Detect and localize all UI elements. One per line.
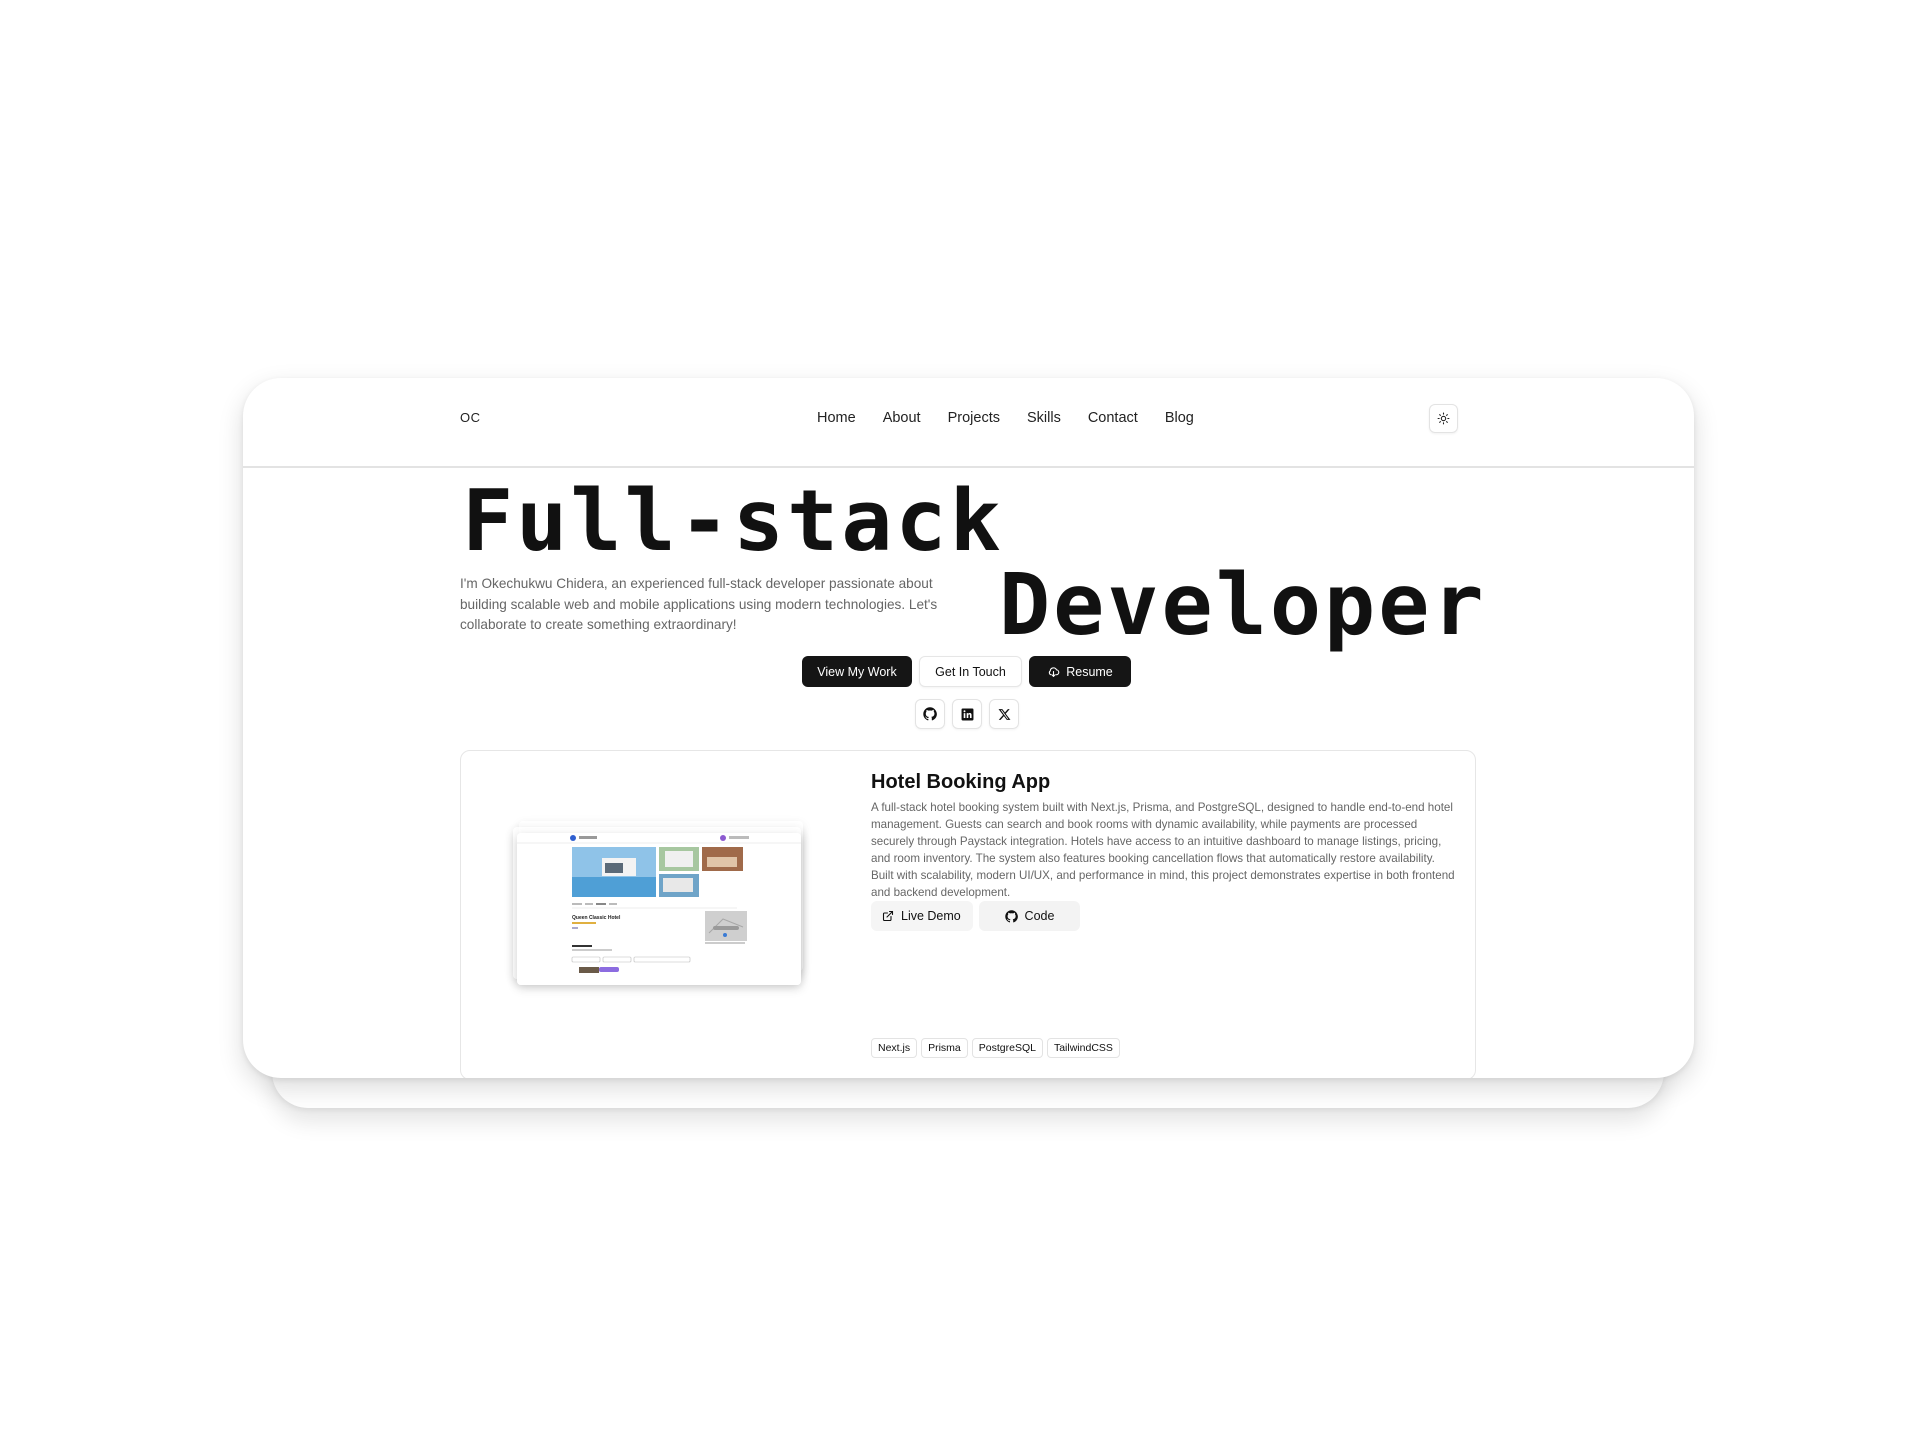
project-action-buttons: Live Demo Code xyxy=(871,901,1080,931)
nav-link-blog[interactable]: Blog xyxy=(1165,410,1194,426)
linkedin-link[interactable] xyxy=(952,699,982,729)
site-logo[interactable]: OC xyxy=(460,410,481,425)
tech-tag: Prisma xyxy=(921,1038,968,1058)
live-demo-label: Live Demo xyxy=(901,909,961,923)
theme-toggle-button[interactable] xyxy=(1429,404,1458,433)
nav-link-projects[interactable]: Projects xyxy=(948,410,1000,426)
sun-icon xyxy=(1437,412,1450,425)
project-description: A full-stack hotel booking system built … xyxy=(871,801,1455,899)
get-in-touch-label: Get In Touch xyxy=(935,664,1006,679)
x-link[interactable] xyxy=(989,699,1019,729)
tech-tag: PostgreSQL xyxy=(971,1038,1043,1058)
hero-title-line-1: Full-stack xyxy=(462,472,1004,571)
project-title: Hotel Booking App xyxy=(871,771,1051,793)
github-icon xyxy=(1004,909,1018,922)
thumbnail-screenshot: Queen Classic Hotel xyxy=(517,833,801,985)
nav-link-about[interactable]: About xyxy=(883,410,921,426)
hero-description: I'm Okechukwu Chidera, an experienced fu… xyxy=(460,576,938,632)
nav-link-home[interactable]: Home xyxy=(817,410,856,426)
resume-label: Resume xyxy=(1066,664,1113,679)
live-demo-button[interactable]: Live Demo xyxy=(871,901,973,931)
hero-title-line-2: Developer xyxy=(999,556,1487,655)
thumbnail-hotel-name: Queen Classic Hotel xyxy=(572,915,621,921)
code-label: Code xyxy=(1024,909,1055,923)
view-my-work-label: View My Work xyxy=(817,664,897,679)
nav-link-contact[interactable]: Contact xyxy=(1088,410,1138,426)
hotel-app-preview: Queen Classic Hotel xyxy=(517,833,801,985)
portfolio-page-card: OC Home About Projects Skills Contact Bl… xyxy=(243,378,1694,1078)
github-icon xyxy=(923,707,937,721)
x-icon xyxy=(998,708,1010,720)
resume-button[interactable]: Resume xyxy=(1029,656,1131,687)
nav-links: Home About Projects Skills Contact Blog xyxy=(817,410,1221,426)
linkedin-icon xyxy=(961,708,973,720)
project-tech-tags: Next.js Prisma PostgreSQL TailwindCSS xyxy=(871,1038,1120,1058)
code-button[interactable]: Code xyxy=(979,901,1080,931)
external-link-icon xyxy=(882,910,894,922)
top-navigation: OC Home About Projects Skills Contact Bl… xyxy=(243,378,1694,468)
get-in-touch-button[interactable]: Get In Touch xyxy=(919,656,1022,687)
tech-tag: Next.js xyxy=(871,1038,918,1058)
github-link[interactable] xyxy=(915,699,945,729)
social-links xyxy=(915,699,1019,729)
nav-link-skills[interactable]: Skills xyxy=(1027,410,1061,426)
view-my-work-button[interactable]: View My Work xyxy=(802,656,912,687)
project-thumbnail[interactable]: Queen Classic Hotel xyxy=(507,821,807,991)
project-card: Queen Classic Hotel Hotel Booking App A … xyxy=(460,750,1476,1078)
hero-cta-row: View My Work Get In Touch Resume xyxy=(802,656,1131,687)
tech-tag: TailwindCSS xyxy=(1046,1038,1120,1058)
cloud-download-icon xyxy=(1049,667,1060,677)
